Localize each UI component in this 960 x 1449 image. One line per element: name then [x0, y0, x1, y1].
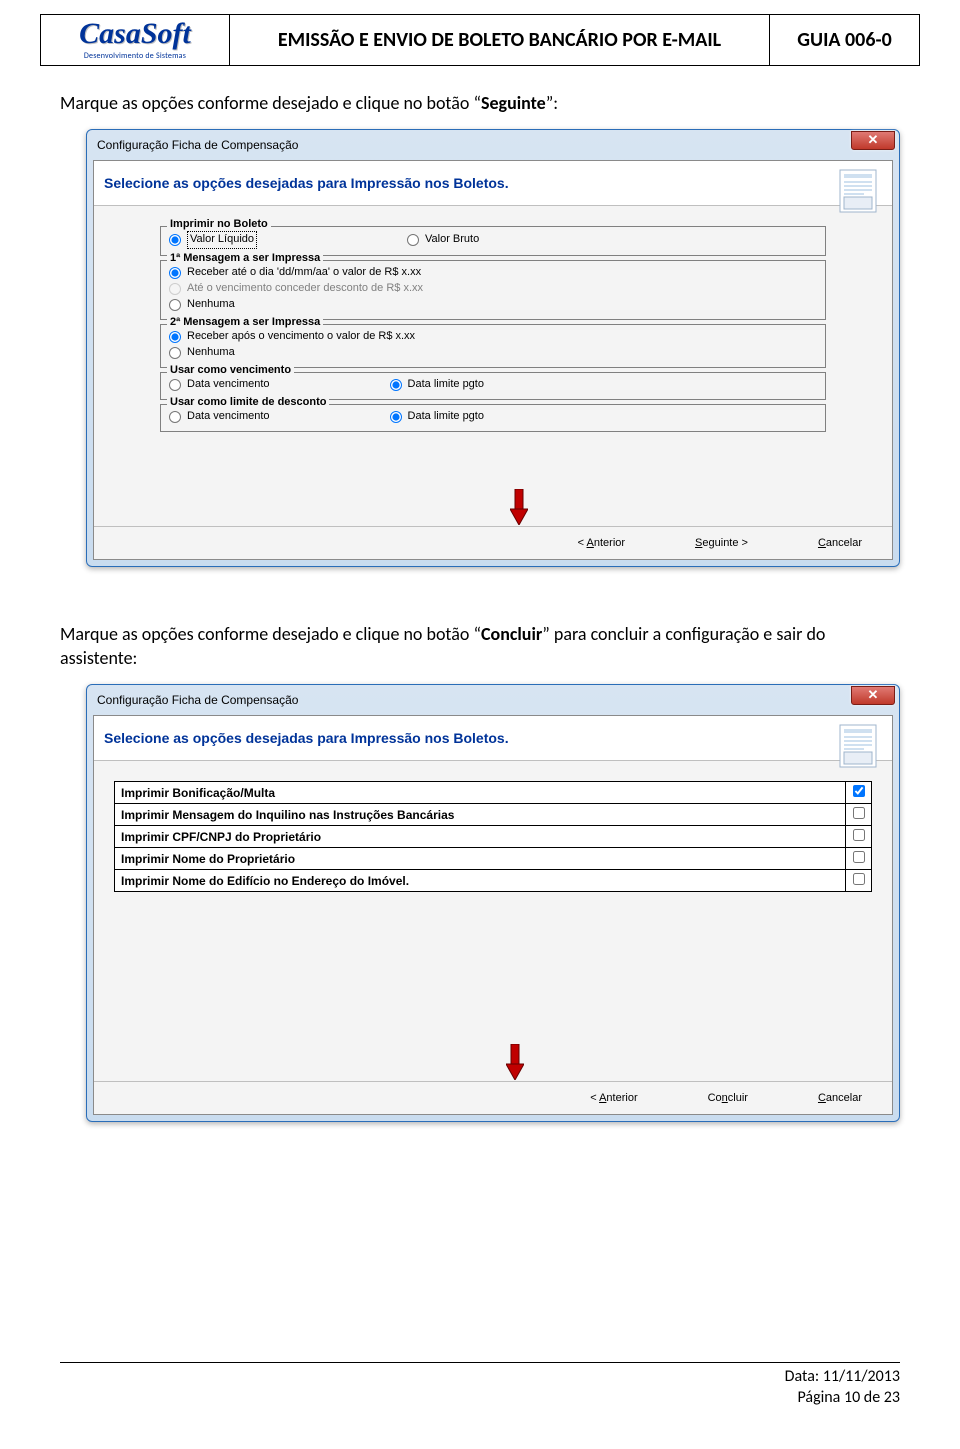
instruction-2: Marque as opções conforme desejado e cli…: [0, 597, 960, 684]
checklist-label: Imprimir Nome do Proprietário: [115, 848, 846, 870]
checkbox-bonificacao[interactable]: [853, 785, 865, 797]
document-icon: [836, 722, 884, 770]
checklist-row: Imprimir Bonificação/Multa: [115, 782, 872, 804]
guide-number: GUIA 006-0: [770, 14, 920, 66]
close-icon: ✕: [868, 132, 879, 148]
prev-button[interactable]: < Anterior: [590, 1092, 637, 1104]
dialog-title: Configuração Ficha de Compensação: [97, 693, 298, 707]
close-button[interactable]: ✕: [851, 686, 895, 705]
options-checklist: Imprimir Bonificação/Multa Imprimir Mens…: [114, 781, 872, 892]
group-usar-limite-desconto: Usar como limite de desconto Data vencim…: [160, 404, 826, 432]
group-legend: Usar como limite de desconto: [167, 396, 329, 408]
logo: CasaSoft Desenvolvimento de Sistemas: [79, 19, 191, 61]
footer-date: Data: 11/11/2013: [60, 1367, 900, 1388]
logo-cell: CasaSoft Desenvolvimento de Sistemas: [40, 14, 230, 66]
screenshot-2: Configuração Ficha de Compensação ✕ Sele…: [86, 684, 900, 1122]
instr1-post: :: [553, 92, 558, 114]
group-legend: Imprimir no Boleto: [167, 218, 271, 230]
radio-label: Valor Líquido: [187, 231, 257, 249]
prev-button[interactable]: < Anterior: [578, 537, 625, 549]
titlebar: Configuração Ficha de Compensação ✕: [87, 130, 899, 160]
radio-label: Receber após o vencimento o valor de R$ …: [187, 329, 415, 345]
cancel-button[interactable]: Cancelar: [818, 537, 862, 549]
checkbox-nome-proprietario[interactable]: [853, 851, 865, 863]
close-button[interactable]: ✕: [851, 131, 895, 150]
radio-label: Nenhuma: [187, 297, 235, 313]
radio-label: Receber até o dia 'dd/mm/aa' o valor de …: [187, 265, 421, 281]
radio-ate-vencimento-desconto: Até o vencimento conceder desconto de R$…: [169, 281, 817, 297]
group-2a-mensagem: 2ª Mensagem a ser Impressa Receber após …: [160, 324, 826, 368]
close-icon: ✕: [868, 687, 879, 703]
page-footer: Data: 11/11/2013 Página 10 de 23: [60, 1362, 900, 1409]
instruction-1: Marque as opções conforme desejado e cli…: [0, 66, 960, 129]
dialog-heading: Selecione as opções desejadas para Impre…: [104, 730, 509, 746]
radio-data-limite-pgto-2[interactable]: Data limite pgto: [390, 409, 484, 425]
radio-label: Data limite pgto: [408, 409, 484, 425]
dialog-heading: Selecione as opções desejadas para Impre…: [104, 175, 509, 191]
radio-receber-apos[interactable]: Receber após o vencimento o valor de R$ …: [169, 329, 817, 345]
dialog-body: Imprimir no Boleto Valor Líquido Valor B…: [94, 206, 892, 526]
finish-button[interactable]: Concluir: [708, 1092, 748, 1104]
instr1-pre: Marque as opções conforme desejado e cli…: [60, 92, 473, 114]
arrow-indicator-icon: [506, 1044, 524, 1080]
document-icon: [836, 167, 884, 215]
dialog-header-band: Selecione as opções desejadas para Impre…: [94, 161, 892, 206]
logo-main: CasaSoft: [79, 19, 191, 49]
radio-data-vencimento-1[interactable]: Data vencimento: [169, 377, 270, 393]
checklist-label: Imprimir Bonificação/Multa: [115, 782, 846, 804]
radio-label: Data vencimento: [187, 377, 270, 393]
dialog-body: Imprimir Bonificação/Multa Imprimir Mens…: [94, 761, 892, 1081]
dialog-title: Configuração Ficha de Compensação: [97, 138, 298, 152]
radio-data-vencimento-2[interactable]: Data vencimento: [169, 409, 270, 425]
checklist-row: Imprimir CPF/CNPJ do Proprietário: [115, 826, 872, 848]
group-legend: 1ª Mensagem a ser Impressa: [167, 252, 323, 264]
checkbox-nome-edificio[interactable]: [853, 873, 865, 885]
group-1a-mensagem: 1ª Mensagem a ser Impressa Receber até o…: [160, 260, 826, 320]
radio-receber-ate[interactable]: Receber até o dia 'dd/mm/aa' o valor de …: [169, 265, 817, 281]
radio-valor-liquido[interactable]: Valor Líquido: [169, 231, 257, 249]
checklist-label: Imprimir Mensagem do Inquilino nas Instr…: [115, 804, 846, 826]
radio-nenhuma-2[interactable]: Nenhuma: [169, 345, 817, 361]
logo-sub: Desenvolvimento de Sistemas: [84, 51, 186, 61]
dialog-window-2: Configuração Ficha de Compensação ✕ Sele…: [86, 684, 900, 1122]
next-button[interactable]: Seguinte >: [695, 537, 748, 549]
radio-label: Data vencimento: [187, 409, 270, 425]
checklist-row: Imprimir Nome do Proprietário: [115, 848, 872, 870]
checkbox-mensagem-inquilino[interactable]: [853, 807, 865, 819]
cancel-button[interactable]: Cancelar: [818, 1092, 862, 1104]
doc-title: EMISSÃO E ENVIO DE BOLETO BANCÁRIO POR E…: [230, 14, 770, 66]
wizard-button-bar: < Anterior Seguinte > Cancelar: [94, 526, 892, 559]
arrow-indicator-icon: [510, 489, 528, 525]
wizard-button-bar: < Anterior Concluir Cancelar: [94, 1081, 892, 1114]
radio-nenhuma-1[interactable]: Nenhuma: [169, 297, 817, 313]
group-legend: Usar como vencimento: [167, 364, 294, 376]
checklist-label: Imprimir Nome do Edifício no Endereço do…: [115, 870, 846, 892]
checklist-row: Imprimir Mensagem do Inquilino nas Instr…: [115, 804, 872, 826]
radio-label: Nenhuma: [187, 345, 235, 361]
radio-valor-bruto[interactable]: Valor Bruto: [407, 231, 479, 249]
radio-label: Data limite pgto: [408, 377, 484, 393]
checkbox-cpf-proprietario[interactable]: [853, 829, 865, 841]
instr2-pre: Marque as opções conforme desejado e cli…: [60, 623, 473, 645]
radio-label: Até o vencimento conceder desconto de R$…: [187, 281, 423, 297]
checklist-row: Imprimir Nome do Edifício no Endereço do…: [115, 870, 872, 892]
checklist-label: Imprimir CPF/CNPJ do Proprietário: [115, 826, 846, 848]
instr2-bold: Concluir: [481, 623, 542, 645]
screenshot-1: Configuração Ficha de Compensação ✕ Sele…: [86, 129, 900, 567]
radio-label: Valor Bruto: [425, 232, 479, 248]
group-legend: 2ª Mensagem a ser Impressa: [167, 316, 323, 328]
dialog-window-1: Configuração Ficha de Compensação ✕ Sele…: [86, 129, 900, 567]
instr1-bold: Seguinte: [481, 92, 546, 114]
radio-data-limite-pgto-1[interactable]: Data limite pgto: [390, 377, 484, 393]
page-header: CasaSoft Desenvolvimento de Sistemas EMI…: [0, 0, 960, 66]
footer-page: Página 10 de 23: [60, 1388, 900, 1409]
titlebar: Configuração Ficha de Compensação ✕: [87, 685, 899, 715]
dialog-header-band: Selecione as opções desejadas para Impre…: [94, 716, 892, 761]
